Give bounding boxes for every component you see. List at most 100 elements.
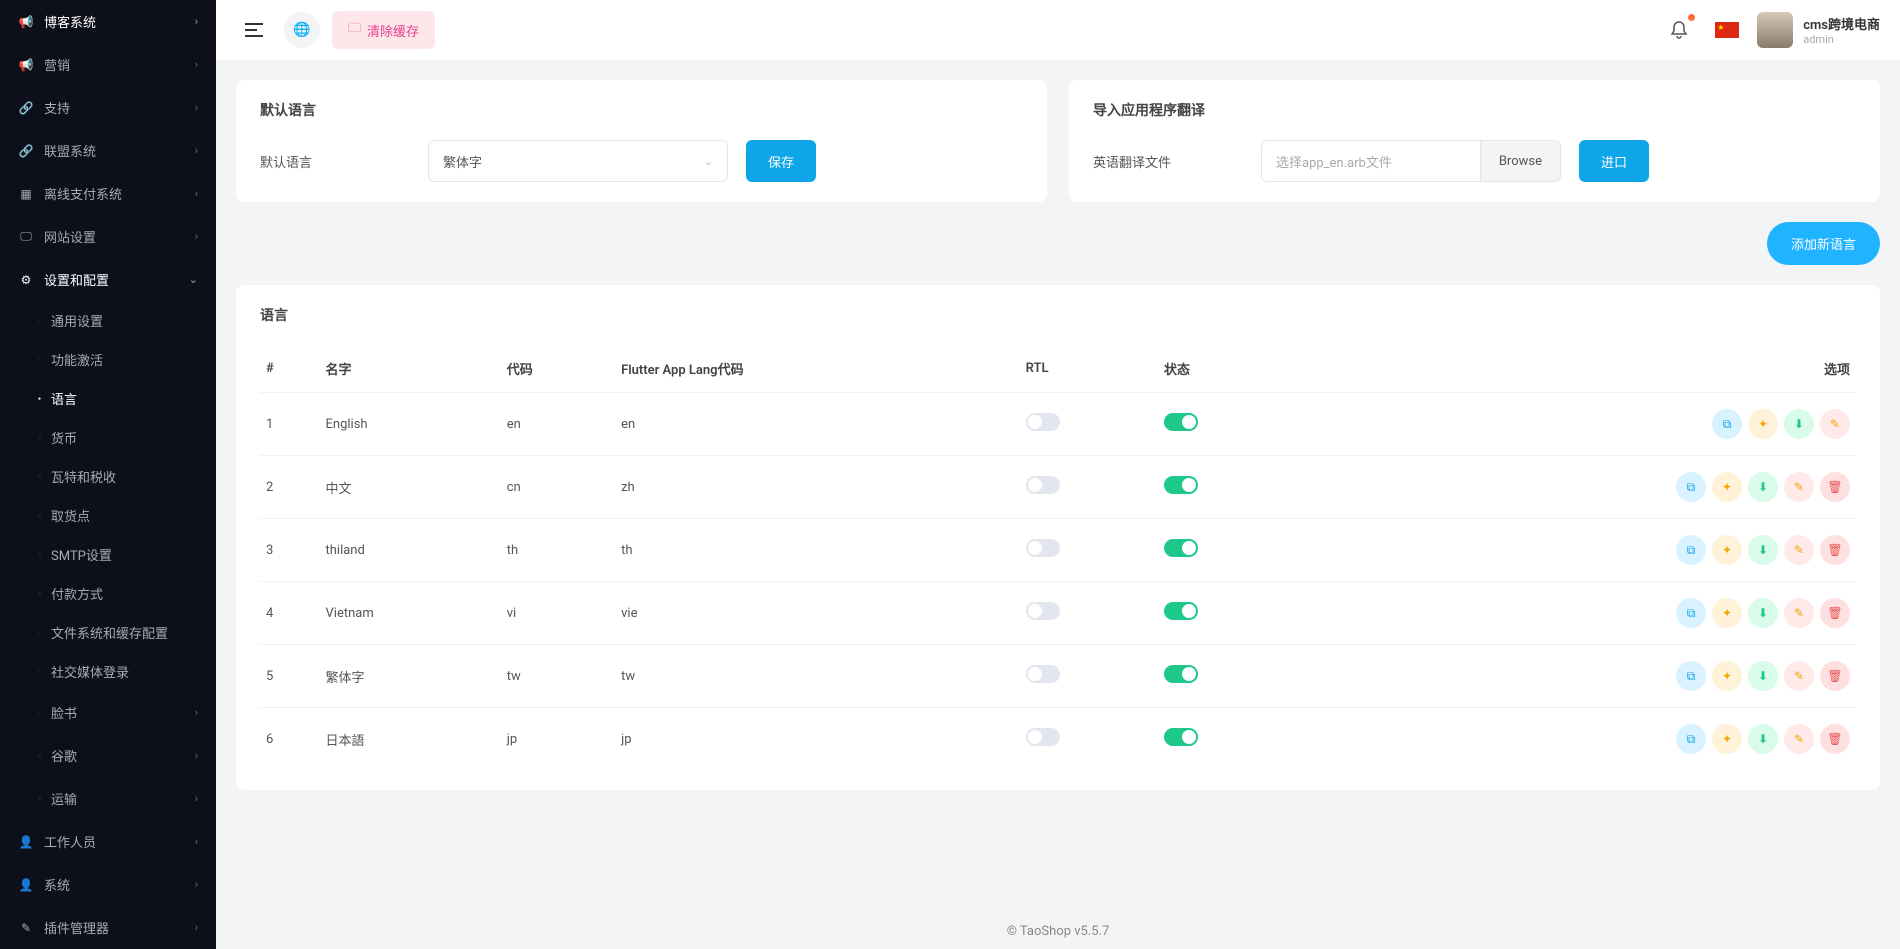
action-button-4[interactable]: 🗑 bbox=[1820, 598, 1850, 628]
sidebar-item-label: 支持 bbox=[44, 98, 70, 117]
status-toggle[interactable] bbox=[1164, 602, 1198, 620]
cell-code: vi bbox=[501, 582, 615, 645]
chevron-right-icon: › bbox=[195, 187, 198, 200]
rtl-toggle[interactable] bbox=[1026, 602, 1060, 620]
cell-flutter: jp bbox=[615, 708, 1020, 771]
action-button-3[interactable]: ✎ bbox=[1784, 598, 1814, 628]
sidebar-sub-item[interactable]: 功能激活 bbox=[38, 340, 216, 379]
action-button-4[interactable]: 🗑 bbox=[1820, 535, 1850, 565]
sidebar-sub-item[interactable]: ○脸书› bbox=[0, 691, 216, 734]
hamburger-icon bbox=[245, 23, 263, 37]
action-button-0[interactable]: ⧉ bbox=[1676, 724, 1706, 754]
menu-icon: 🔗 bbox=[18, 144, 34, 158]
clear-cache-button[interactable]: 🗀 清除缓存 bbox=[332, 11, 435, 49]
rtl-toggle[interactable] bbox=[1026, 413, 1060, 431]
sidebar-sub-item[interactable]: SMTP设置 bbox=[38, 535, 216, 574]
sidebar-item-label: 运输 bbox=[51, 789, 77, 808]
status-toggle[interactable] bbox=[1164, 728, 1198, 746]
sidebar-sub-item[interactable]: 取货点 bbox=[38, 496, 216, 535]
action-button-4[interactable]: 🗑 bbox=[1820, 472, 1850, 502]
file-input[interactable]: 选择app_en.arb文件 Browse bbox=[1261, 140, 1561, 182]
action-button-3[interactable]: ✎ bbox=[1784, 724, 1814, 754]
action-button-2[interactable]: ⬇ bbox=[1748, 661, 1778, 691]
action-button-3[interactable]: ✎ bbox=[1820, 409, 1850, 439]
action-button-2[interactable]: ⬇ bbox=[1784, 409, 1814, 439]
chevron-right-icon: › bbox=[195, 101, 198, 114]
sidebar-sub-item[interactable]: ○运输› bbox=[0, 777, 216, 820]
user-menu[interactable]: cms跨境电商 admin bbox=[1757, 12, 1880, 48]
cell-rtl bbox=[1020, 582, 1158, 645]
action-button-1[interactable]: ✦ bbox=[1712, 661, 1742, 691]
status-toggle[interactable] bbox=[1164, 476, 1198, 494]
sidebar-sub-item[interactable]: 货币 bbox=[38, 418, 216, 457]
menu-icon: 👤 bbox=[18, 878, 34, 892]
sidebar-item[interactable]: 📢营销› bbox=[0, 43, 216, 86]
sidebar-sub-item[interactable]: 付款方式 bbox=[38, 574, 216, 613]
menu-icon: 👤 bbox=[18, 835, 34, 849]
rtl-toggle[interactable] bbox=[1026, 728, 1060, 746]
menu-icon: 📢 bbox=[18, 15, 34, 29]
card-title: 默认语言 bbox=[260, 100, 1023, 120]
browse-button[interactable]: Browse bbox=[1480, 140, 1561, 182]
action-button-0[interactable]: ⧉ bbox=[1676, 535, 1706, 565]
status-toggle[interactable] bbox=[1164, 665, 1198, 683]
save-button[interactable]: 保存 bbox=[746, 140, 816, 182]
sidebar-item[interactable]: 📢博客系统› bbox=[0, 0, 216, 43]
rtl-toggle[interactable] bbox=[1026, 539, 1060, 557]
sidebar-item[interactable]: 👤系统› bbox=[0, 863, 216, 906]
action-button-1[interactable]: ✦ bbox=[1748, 409, 1778, 439]
cell-code: tw bbox=[501, 645, 615, 708]
sidebar-item[interactable]: 🖵网站设置› bbox=[0, 215, 216, 258]
action-button-3[interactable]: ✎ bbox=[1784, 472, 1814, 502]
notifications-button[interactable] bbox=[1661, 12, 1697, 48]
globe-button[interactable]: 🌐 bbox=[284, 12, 320, 48]
sidebar-sub-item[interactable]: 语言 bbox=[38, 379, 216, 418]
sidebar-item-label: 取货点 bbox=[51, 506, 90, 525]
action-button-2[interactable]: ⬇ bbox=[1748, 472, 1778, 502]
menu-toggle-button[interactable] bbox=[236, 12, 272, 48]
cell-status bbox=[1158, 519, 1296, 582]
action-button-2[interactable]: ⬇ bbox=[1748, 535, 1778, 565]
sidebar-item-settings[interactable]: ⚙ 设置和配置 ⌄ bbox=[0, 258, 216, 301]
status-toggle[interactable] bbox=[1164, 539, 1198, 557]
action-button-0[interactable]: ⧉ bbox=[1712, 409, 1742, 439]
sidebar-item[interactable]: 👤工作人员› bbox=[0, 820, 216, 863]
sidebar-sub-item[interactable]: ○谷歌› bbox=[0, 734, 216, 777]
sidebar-sub-item[interactable]: 文件系统和缓存配置 bbox=[38, 613, 216, 652]
clear-cache-label: 清除缓存 bbox=[367, 21, 419, 40]
action-button-4[interactable]: 🗑 bbox=[1820, 724, 1850, 754]
action-button-0[interactable]: ⧉ bbox=[1676, 661, 1706, 691]
sidebar-sub-item[interactable]: 社交媒体登录 bbox=[38, 652, 216, 691]
cell-flutter: vie bbox=[615, 582, 1020, 645]
chevron-right-icon: › bbox=[195, 58, 198, 71]
add-language-button[interactable]: 添加新语言 bbox=[1767, 222, 1880, 265]
cell-rtl bbox=[1020, 393, 1158, 456]
language-flag[interactable] bbox=[1715, 22, 1739, 38]
sidebar-sub-item[interactable]: 瓦特和税收 bbox=[38, 457, 216, 496]
sidebar-item[interactable]: ▦离线支付系统› bbox=[0, 172, 216, 215]
action-button-1[interactable]: ✦ bbox=[1712, 472, 1742, 502]
default-language-select[interactable]: 繁体字 ⌄ bbox=[428, 140, 728, 182]
menu-icon: 📢 bbox=[18, 58, 34, 72]
rtl-toggle[interactable] bbox=[1026, 476, 1060, 494]
sidebar-item-label: 脸书 bbox=[51, 703, 77, 722]
sidebar-item[interactable]: 🔗联盟系统› bbox=[0, 129, 216, 172]
sidebar-sub-item[interactable]: 通用设置 bbox=[38, 301, 216, 340]
sidebar-item[interactable]: ✎插件管理器› bbox=[0, 906, 216, 949]
rtl-toggle[interactable] bbox=[1026, 665, 1060, 683]
import-button[interactable]: 进口 bbox=[1579, 140, 1649, 182]
action-button-4[interactable]: 🗑 bbox=[1820, 661, 1850, 691]
action-button-2[interactable]: ⬇ bbox=[1748, 598, 1778, 628]
action-button-1[interactable]: ✦ bbox=[1712, 724, 1742, 754]
action-button-3[interactable]: ✎ bbox=[1784, 535, 1814, 565]
action-button-0[interactable]: ⧉ bbox=[1676, 598, 1706, 628]
action-button-2[interactable]: ⬇ bbox=[1748, 724, 1778, 754]
action-button-3[interactable]: ✎ bbox=[1784, 661, 1814, 691]
status-toggle[interactable] bbox=[1164, 413, 1198, 431]
sidebar-item[interactable]: 🔗支持› bbox=[0, 86, 216, 129]
notification-dot bbox=[1688, 14, 1695, 21]
action-button-1[interactable]: ✦ bbox=[1712, 535, 1742, 565]
action-button-0[interactable]: ⧉ bbox=[1676, 472, 1706, 502]
action-button-1[interactable]: ✦ bbox=[1712, 598, 1742, 628]
table-row: 1 English en en ⧉✦⬇✎ bbox=[260, 393, 1856, 456]
